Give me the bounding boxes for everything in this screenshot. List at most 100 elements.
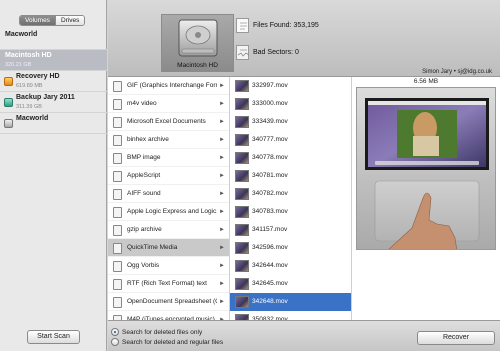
file-type-label: Ogg Vorbis xyxy=(127,262,160,269)
file-item[interactable]: 342644.mov xyxy=(230,257,351,275)
backup-disk-icon xyxy=(4,98,13,107)
file-item[interactable]: 342645.mov xyxy=(230,275,351,293)
file-name: 342596.mov xyxy=(252,244,288,251)
chevron-right-icon: ► xyxy=(219,155,225,161)
file-type-item[interactable]: binhex archive ► xyxy=(108,131,229,149)
volume-item[interactable]: Macworld xyxy=(0,113,107,134)
file-type-item[interactable]: GIF (Graphics Interchange Format)► xyxy=(108,77,229,95)
file-item[interactable]: 333439.mov xyxy=(230,113,351,131)
file-type-item[interactable]: Ogg Vorbis ► xyxy=(108,257,229,275)
file-type-item[interactable]: OpenDocument Spreadsheet (O... ► xyxy=(108,293,229,311)
file-item[interactable]: 340778.mov xyxy=(230,149,351,167)
preview-file-size: 6.56 MB xyxy=(413,78,439,85)
volume-item[interactable]: Macworld xyxy=(0,29,107,50)
file-name: 341157.mov xyxy=(252,226,288,233)
file-type-item[interactable]: QuickTime Media ► xyxy=(108,239,229,257)
radio-deleted-and-regular[interactable]: Search for deleted and regular files xyxy=(111,338,223,346)
file-item[interactable]: 340782.mov xyxy=(230,185,351,203)
file-name: 340781.mov xyxy=(252,172,288,179)
file-type-item[interactable]: RTF (Rich Text Format) text ► xyxy=(108,275,229,293)
file-item[interactable]: 333000.mov xyxy=(230,95,351,113)
radio-button-selected[interactable] xyxy=(111,328,119,336)
file-type-item[interactable]: gzip archive ► xyxy=(108,221,229,239)
file-type-item[interactable]: Apple Logic Express and Logic... ► xyxy=(108,203,229,221)
volume-item[interactable]: Macintosh HD 320.21 GB xyxy=(0,50,107,71)
video-thumbnail-icon xyxy=(235,296,249,308)
file-type-label: AppleScript xyxy=(127,172,161,179)
file-type-icon xyxy=(113,171,122,182)
file-type-item[interactable]: M4P (iTunes encrypted music) ► xyxy=(108,311,229,320)
chevron-right-icon: ► xyxy=(219,101,225,107)
chevron-right-icon: ► xyxy=(219,191,225,197)
files-found-stat: Files Found: 353,195 xyxy=(236,18,319,33)
file-name: 333000.mov xyxy=(252,100,288,107)
file-type-column[interactable]: GIF (Graphics Interchange Format)►m4v vi… xyxy=(108,77,230,320)
file-type-label: OpenDocument Spreadsheet (O... xyxy=(127,298,217,305)
file-name: 340778.mov xyxy=(252,154,288,161)
file-type-item[interactable]: BMP image ► xyxy=(108,149,229,167)
chevron-right-icon: ► xyxy=(219,119,225,125)
chevron-right-icon: ► xyxy=(219,299,225,305)
volume-name: Macworld xyxy=(16,115,49,122)
video-thumbnail-icon xyxy=(235,170,249,182)
file-type-label: RTF (Rich Text Format) text xyxy=(127,280,207,287)
volume-size: 311.39 GB xyxy=(16,104,42,110)
tab-drives[interactable]: Drives xyxy=(54,16,85,25)
file-type-icon xyxy=(113,207,122,218)
chevron-right-icon: ► xyxy=(219,281,225,287)
file-type-label: AIFF sound xyxy=(127,190,161,197)
file-type-icon xyxy=(113,99,122,110)
file-item[interactable]: 350832.mov xyxy=(230,311,351,320)
radio-button[interactable] xyxy=(111,338,119,346)
user-info: Simon Jary • sj@idg.co.uk xyxy=(422,69,492,75)
chevron-right-icon: ► xyxy=(219,263,225,269)
file-name: 342645.mov xyxy=(252,280,288,287)
file-name: 342644.mov xyxy=(252,262,288,269)
file-item[interactable]: 340783.mov xyxy=(230,203,351,221)
chevron-right-icon: ► xyxy=(219,137,225,143)
file-item[interactable]: 341157.mov xyxy=(230,221,351,239)
source-segmented-control: Volumes Drives xyxy=(19,15,86,26)
volume-item[interactable]: Recovery HD 619.89 MB xyxy=(0,71,107,92)
video-thumbnail-icon xyxy=(235,242,249,254)
video-thumbnail-icon xyxy=(235,206,249,218)
file-name: 332997.mov xyxy=(252,82,288,89)
file-item[interactable]: 340777.mov xyxy=(230,131,351,149)
chevron-right-icon: ► xyxy=(219,227,225,233)
video-thumbnail-icon xyxy=(235,188,249,200)
start-scan-button[interactable]: Start Scan xyxy=(27,330,80,344)
file-item[interactable]: 342648.mov xyxy=(230,293,351,311)
file-name: 340777.mov xyxy=(252,136,288,143)
bad-sectors-text: Bad Sectors: 0 xyxy=(253,49,299,56)
file-item[interactable]: 340781.mov xyxy=(230,167,351,185)
file-type-label: m4v video xyxy=(127,100,157,107)
disk-icon xyxy=(4,77,13,86)
video-thumbnail-icon xyxy=(235,116,249,128)
file-name: 340782.mov xyxy=(252,190,288,197)
file-type-icon xyxy=(113,189,122,200)
file-type-item[interactable]: Microsoft Excel Documents ► xyxy=(108,113,229,131)
header: Macintosh HD Files Found: 353,195 Bad Se… xyxy=(108,0,500,77)
selected-drive[interactable]: Macintosh HD xyxy=(161,14,234,72)
file-type-label: Microsoft Excel Documents xyxy=(127,118,206,125)
drive-label: Macintosh HD xyxy=(177,62,218,69)
file-item[interactable]: 342596.mov xyxy=(230,239,351,257)
video-thumbnail-icon xyxy=(235,152,249,164)
video-thumbnail-icon xyxy=(235,278,249,290)
file-type-item[interactable]: AppleScript ► xyxy=(108,167,229,185)
radio-deleted-only[interactable]: Search for deleted files only xyxy=(111,328,202,336)
file-list-column[interactable]: 332997.mov 333000.mov 333439.mov 340777.mov… xyxy=(230,77,352,320)
file-type-icon xyxy=(113,225,122,236)
file-item[interactable]: 332997.mov xyxy=(230,77,351,95)
tab-volumes[interactable]: Volumes xyxy=(20,16,55,25)
file-type-item[interactable]: m4v video ► xyxy=(108,95,229,113)
chevron-right-icon: ► xyxy=(219,173,225,179)
video-thumbnail-icon xyxy=(235,260,249,272)
file-type-item[interactable]: AIFF sound ► xyxy=(108,185,229,203)
recover-button[interactable]: Recover xyxy=(417,331,495,345)
files-found-text: Files Found: 353,195 xyxy=(253,22,319,29)
volume-name: Macworld xyxy=(5,31,38,38)
volume-size: 320.21 GB xyxy=(5,62,32,68)
volume-item[interactable]: Backup Jary 2011 311.39 GB xyxy=(0,92,107,113)
volume-name: Recovery HD xyxy=(16,73,60,80)
